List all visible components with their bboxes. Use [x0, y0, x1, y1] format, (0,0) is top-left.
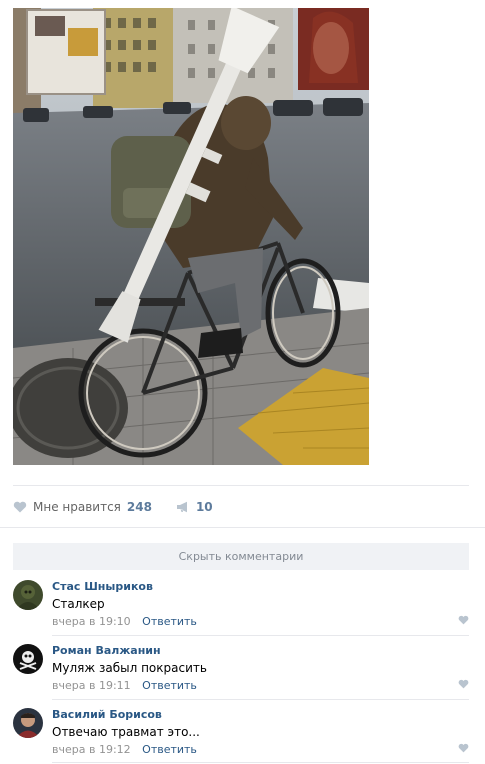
- hide-comments-button[interactable]: Скрыть комментарии: [13, 543, 469, 570]
- reply-button[interactable]: Ответить: [142, 679, 197, 692]
- avatar-image: [13, 708, 43, 738]
- comment-author[interactable]: Роман Валжанин: [52, 644, 161, 657]
- comment-text: Сталкер: [52, 597, 105, 611]
- photo-image: [13, 8, 369, 465]
- comment-meta: вчера в 19:12 Ответить: [52, 743, 197, 756]
- reply-button[interactable]: Ответить: [142, 743, 197, 756]
- comment-item: Стас Шныриков Сталкер вчера в 19:10 Отве…: [13, 571, 469, 635]
- heart-icon[interactable]: [458, 615, 469, 625]
- heart-icon[interactable]: [458, 743, 469, 753]
- divider-comment: [52, 762, 469, 763]
- like-label: Мне нравится: [33, 500, 121, 514]
- avatar-image: [13, 580, 43, 610]
- divider-actions: [0, 527, 485, 528]
- comment-time[interactable]: вчера в 19:10: [52, 615, 131, 628]
- heart-icon[interactable]: [458, 679, 469, 689]
- megaphone-icon: [176, 501, 187, 513]
- avatar[interactable]: [13, 708, 43, 738]
- comment-time[interactable]: вчера в 19:12: [52, 743, 131, 756]
- comment-author[interactable]: Стас Шныриков: [52, 580, 153, 593]
- comment-time[interactable]: вчера в 19:11: [52, 679, 131, 692]
- reply-button[interactable]: Ответить: [142, 615, 197, 628]
- comment-item: Василий Борисов Отвечаю травмат это... в…: [13, 699, 469, 763]
- comment-text: Муляж забыл покрасить: [52, 661, 207, 675]
- comment-text: Отвечаю травмат это...: [52, 725, 200, 739]
- comment-author[interactable]: Василий Борисов: [52, 708, 162, 721]
- post-actions: Мне нравится 248 10: [13, 498, 213, 516]
- comment-item: Роман Валжанин Муляж забыл покрасить вче…: [13, 635, 469, 699]
- share-count: 10: [195, 500, 213, 514]
- avatar-image: [13, 644, 43, 674]
- avatar[interactable]: [13, 644, 43, 674]
- avatar[interactable]: [13, 580, 43, 610]
- comment-meta: вчера в 19:11 Ответить: [52, 679, 197, 692]
- hide-comments-label: Скрыть комментарии: [178, 550, 304, 563]
- like-button[interactable]: Мне нравится 248: [13, 500, 152, 514]
- heart-icon: [13, 501, 27, 513]
- like-count: 248: [126, 500, 152, 514]
- share-button[interactable]: 10: [176, 500, 213, 514]
- comment-meta: вчера в 19:10 Ответить: [52, 615, 197, 628]
- post-photo[interactable]: [13, 8, 369, 465]
- divider-top: [13, 485, 469, 486]
